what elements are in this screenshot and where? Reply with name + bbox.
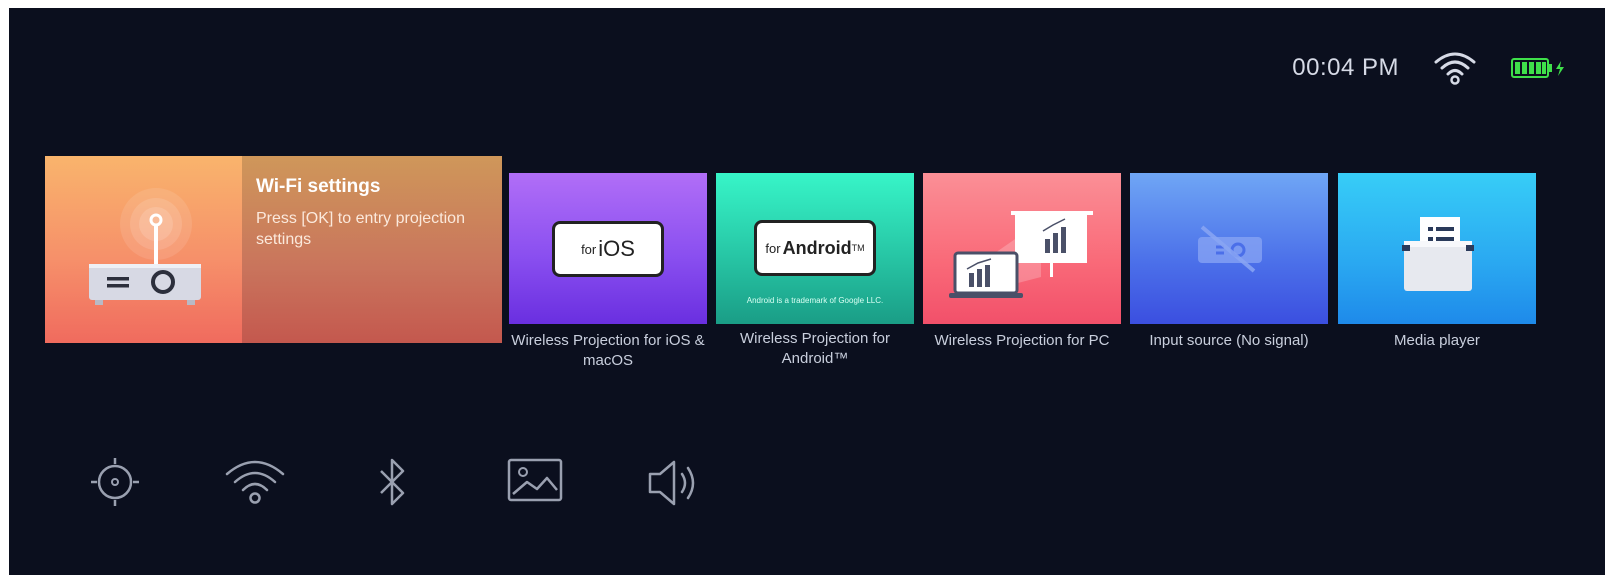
folder-icon	[1402, 213, 1474, 298]
tile-wireless-projection-android[interactable]: for Android TM Android is a trademark of…	[716, 173, 914, 324]
media-tile-caption: Media player	[1394, 332, 1480, 349]
laptop-presentation-icon	[949, 207, 1099, 304]
wifi-icon	[1433, 50, 1477, 86]
wifi-icon[interactable]	[224, 456, 286, 508]
home-screen: 00:04 PM Wi-Fi settings Press [OK] to en…	[9, 8, 1605, 575]
brightness-icon[interactable]	[89, 456, 141, 508]
tile-media-player[interactable]	[1338, 173, 1536, 324]
ios-badge-label: iOS	[598, 236, 635, 261]
android-trademark-note: Android is a trademark of Google LLC.	[746, 296, 884, 305]
ios-phone-icon: for iOS	[552, 221, 664, 277]
status-bar: 00:04 PM	[1292, 50, 1567, 86]
wifi-tile-description: Press [OK] to entry projection settings	[256, 210, 465, 248]
projector-icon	[81, 184, 211, 319]
ios-tile-caption: Wireless Projection for iOS & macOS	[511, 332, 705, 369]
android-phone-icon: for Android TM	[754, 220, 876, 276]
wifi-tile-text-panel: Wi-Fi settings Press [OK] to entry proje…	[242, 156, 502, 343]
tile-input-source[interactable]	[1130, 173, 1328, 324]
android-badge-tm: TM	[851, 243, 865, 253]
no-signal-icon	[1194, 225, 1266, 278]
input-tile-caption: Input source (No signal)	[1149, 332, 1309, 349]
android-tile-caption: Wireless Projection for Android™	[739, 330, 891, 367]
image-icon[interactable]	[507, 456, 563, 506]
android-badge-label: Android	[782, 237, 852, 258]
wifi-tile-title: Wi-Fi settings	[256, 176, 381, 197]
bluetooth-icon[interactable]	[377, 456, 407, 510]
android-badge-prefix: for	[765, 240, 781, 256]
volume-icon[interactable]	[646, 456, 704, 510]
tile-wireless-projection-ios[interactable]: for iOS	[509, 173, 707, 324]
tile-wireless-projection-pc[interactable]	[923, 173, 1121, 324]
tile-wifi-settings[interactable]: Wi-Fi settings Press [OK] to entry proje…	[45, 156, 502, 343]
clock: 00:04 PM	[1292, 54, 1399, 81]
ios-badge-prefix: for	[581, 241, 597, 257]
pc-tile-caption: Wireless Projection for PC	[934, 332, 1110, 349]
battery-charging-icon	[1511, 57, 1567, 79]
